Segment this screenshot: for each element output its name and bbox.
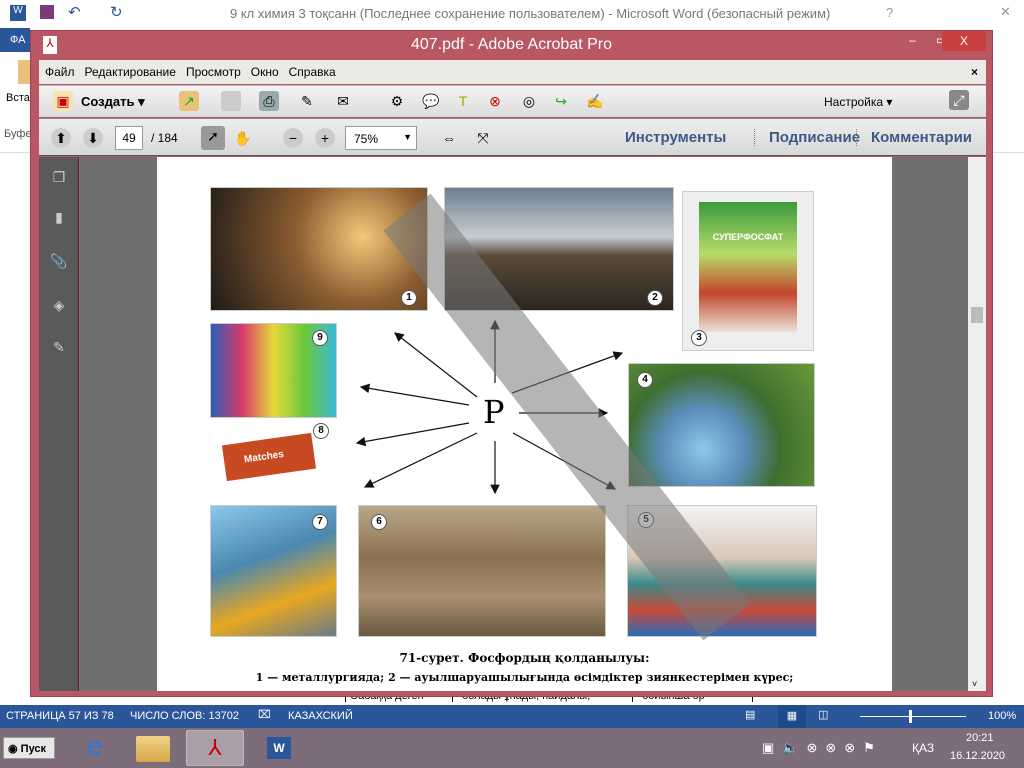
language[interactable]: КАЗАХСКИЙ	[288, 710, 353, 722]
page-number-input[interactable]: 49	[115, 126, 143, 150]
bookmark-icon[interactable]: ▮	[49, 207, 69, 227]
fit-width-icon[interactable]: ⇔	[439, 128, 459, 148]
navigation-pane: ❐ ▮ 📎 ◈ ✎	[39, 157, 79, 691]
signature-icon[interactable]: ✎	[49, 337, 69, 357]
page-count[interactable]: СТРАНИЦА 57 ИЗ 78	[6, 710, 114, 722]
word-taskbar-icon[interactable]: W	[250, 730, 308, 766]
explorer-icon[interactable]	[136, 736, 170, 762]
menu-help[interactable]: Справка	[289, 65, 336, 79]
figure-legend: 1 — металлургияда; 2 — ауылшаруашылығынд…	[255, 671, 794, 684]
print-icon[interactable]: ⎙	[259, 91, 279, 111]
tab-comment[interactable]: Комментарии	[856, 129, 972, 146]
zoom-out-icon[interactable]: −	[283, 128, 303, 148]
comment-icon[interactable]: 💬	[421, 91, 441, 111]
arrow	[355, 422, 470, 447]
pdf-page: 1 2 СУПЕРФОСФАТ3 9 Matches8 4 7 6 5 P	[157, 157, 892, 691]
tab-sign[interactable]: Подписание	[754, 129, 860, 146]
ie-icon[interactable]: e	[66, 730, 124, 766]
scroll-thumb[interactable]	[971, 307, 983, 323]
read-mode-icon[interactable]: ▤	[745, 708, 755, 721]
customize-button[interactable]: Настройка ▾	[824, 95, 892, 109]
prev-page-icon[interactable]: ⬆	[51, 128, 71, 148]
zoom-in-icon[interactable]: +	[315, 128, 335, 148]
word-title: 9 кл химия 3 тоқсанн (Последнее сохранен…	[230, 6, 831, 21]
start-button[interactable]: ◉ Пуск	[3, 737, 55, 759]
select-tool-icon[interactable]: ➚	[201, 126, 225, 150]
taskbar: ◉ Пуск e ⅄ W ▣🔈⊗⊗⊗⚑ ҚАЗ 20:21 16.12.2020	[0, 728, 1024, 768]
figure-caption: 71-сурет. Фосфордың қолданылуы:	[399, 651, 650, 665]
menu-file[interactable]: Файл	[45, 65, 75, 79]
acrobat-icon: ⅄	[43, 36, 57, 54]
document-view: 1 2 СУПЕРФОСФАТ3 9 Matches8 4 7 6 5 P	[80, 157, 968, 691]
clipboard-group: Буфе	[4, 128, 32, 140]
next-page-icon[interactable]: ⬇	[83, 128, 103, 148]
zoom-value: 75%	[354, 132, 379, 146]
zoom-slider-thumb[interactable]	[909, 710, 912, 723]
word-count[interactable]: ЧИСЛО СЛОВ: 13702	[130, 710, 239, 722]
expand-icon[interactable]: ⤢	[949, 90, 969, 110]
sign-icon[interactable]: ✍	[585, 91, 605, 111]
highlight-icon[interactable]: T	[453, 91, 473, 111]
word-title-bar: W ↶ ↻ 9 кл химия 3 тоқсанн (Последнее со…	[0, 0, 1024, 28]
save-icon[interactable]	[221, 91, 241, 111]
acrobat-taskbar-icon[interactable]: ⅄	[186, 730, 244, 766]
help-button[interactable]: ?	[886, 5, 893, 20]
create-label: Создать	[81, 94, 135, 109]
menu-edit[interactable]: Редактирование	[85, 65, 176, 79]
arrows	[355, 319, 624, 495]
zoom-select[interactable]: 75% ▼	[345, 126, 417, 150]
clock-date[interactable]: 16.12.2020	[950, 750, 1005, 762]
file-tab[interactable]: ФА	[0, 28, 30, 52]
customize-label: Настройка	[824, 95, 884, 109]
menu-window[interactable]: Окно	[251, 65, 279, 79]
zoom-slider[interactable]	[860, 716, 966, 717]
main-toolbar: ▣ Создать ▾ ↗ ⎙ ✎ ✉ ⚙ 💬 T ⊗ ◎ ↪ ✍ Настро…	[39, 85, 986, 117]
print-layout-icon[interactable]: ▦	[778, 705, 806, 728]
arrow	[394, 332, 478, 398]
nav-toolbar: ⬆ ⬇ 49 / 184 ➚ ✋ − + 75% ▼ ⇔ ⤧ Инструмент…	[39, 118, 986, 156]
vertical-scrollbar[interactable]: ˅	[968, 157, 986, 691]
web-layout-icon[interactable]: ◫	[818, 708, 828, 721]
tab-tools[interactable]: Инструменты	[625, 129, 726, 146]
minimize-button[interactable]: –	[909, 33, 916, 47]
close-doc-icon[interactable]: ×	[971, 65, 978, 79]
scroll-down-icon[interactable]: ˅	[972, 679, 977, 689]
open-icon[interactable]: ↗	[179, 91, 199, 111]
zoom-level[interactable]: 100%	[988, 710, 1016, 722]
close-button[interactable]: X	[942, 31, 986, 51]
arrow	[363, 432, 478, 488]
save-icon[interactable]	[40, 5, 54, 19]
undo-icon[interactable]: ↶	[68, 3, 81, 21]
gear-icon[interactable]: ⚙	[387, 91, 407, 111]
page-total: / 184	[151, 131, 178, 145]
clock-time[interactable]: 20:21	[966, 732, 994, 744]
layers-icon[interactable]: ◈	[49, 295, 69, 315]
fit-page-icon[interactable]: ⤧	[473, 128, 493, 148]
arrow	[359, 383, 470, 406]
hand-tool-icon[interactable]: ✋	[233, 128, 253, 148]
proofing-icon[interactable]: ⌧	[258, 708, 271, 721]
create-button[interactable]: Создать ▾	[81, 94, 145, 110]
create-icon: ▣	[53, 91, 73, 111]
chevron-down-icon: ▼	[403, 132, 412, 142]
menu-bar: Файл Редактирование Просмотр Окно Справк…	[39, 60, 986, 84]
paste-button[interactable]: Вста	[6, 92, 30, 104]
word-status-bar: СТРАНИЦА 57 ИЗ 78 ЧИСЛО СЛОВ: 13702 ⌧ КА…	[0, 705, 1024, 728]
email-icon[interactable]: ✉	[333, 91, 353, 111]
edit-icon[interactable]: ✎	[297, 91, 317, 111]
word-close-icon[interactable]: ✕	[1000, 4, 1011, 20]
menu-view[interactable]: Просмотр	[186, 65, 241, 79]
pages-icon[interactable]: ❐	[49, 167, 69, 187]
input-language[interactable]: ҚАЗ	[912, 741, 934, 755]
redact-icon[interactable]: ⊗	[485, 91, 505, 111]
attachment-icon[interactable]: 📎	[49, 251, 69, 271]
tray-icons[interactable]: ▣🔈⊗⊗⊗⚑	[762, 740, 883, 756]
word-icon: W	[10, 5, 26, 21]
start-label: Пуск	[20, 743, 47, 755]
acrobat-window: 407.pdf - Adobe Acrobat Pro ⅄ – ▭ X Файл…	[30, 30, 993, 697]
acrobat-title: 407.pdf - Adobe Acrobat Pro	[410, 36, 613, 53]
scan-icon[interactable]: ◎	[519, 91, 539, 111]
redo-icon[interactable]: ↻	[110, 3, 123, 21]
export-icon[interactable]: ↪	[551, 91, 571, 111]
